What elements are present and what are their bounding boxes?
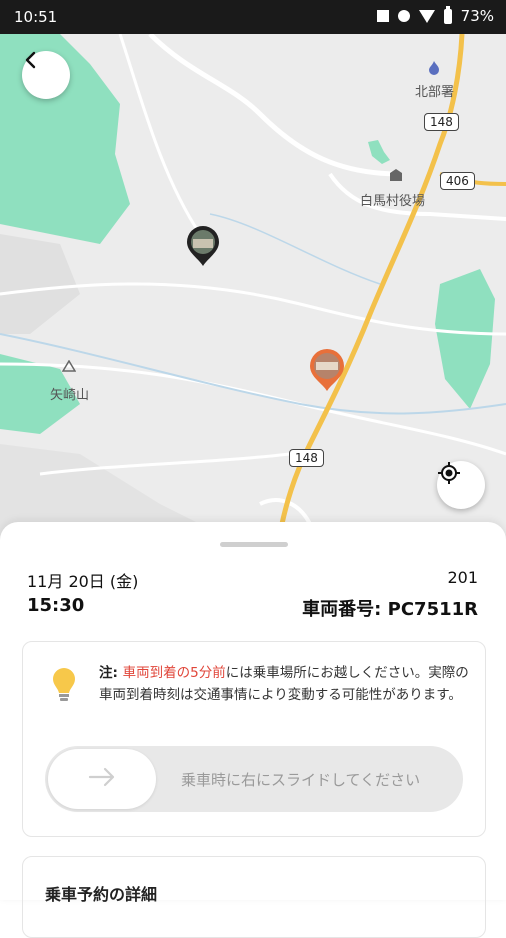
- map-canvas: [0, 34, 506, 544]
- reservation-details-card[interactable]: 乗車予約の詳細: [22, 856, 486, 938]
- my-location-button[interactable]: [437, 461, 485, 509]
- slider-knob[interactable]: [48, 749, 156, 809]
- notice-highlight: 車両到着の5分前: [122, 665, 226, 681]
- map-label-kitabe: 北部署: [415, 85, 455, 100]
- route-number: 201: [447, 568, 478, 587]
- road-shield-148: 148: [424, 113, 459, 131]
- road-shield-406: 406: [440, 172, 475, 190]
- notification-icon: [376, 10, 389, 22]
- map-view[interactable]: 北部署 148 白馬村役場 406 矢崎山 148: [0, 34, 506, 544]
- notice-prefix: 注:: [99, 665, 123, 681]
- trip-date: 11月 20日 (金): [27, 572, 139, 591]
- trip-time: 15:30: [27, 595, 85, 616]
- notice-card: 注: 車両到着の5分前には乗車場所にお越しください。実際の車両到着時刻は交通事情…: [22, 641, 486, 837]
- trip-bottom-sheet: 11月 20日 (金) 15:30 201 車両番号: PC7511R 注: 車…: [0, 522, 506, 938]
- map-label-yazaki: 矢崎山: [50, 388, 90, 403]
- battery-level: 73%: [460, 7, 494, 25]
- vehicle-number: 車両番号: PC7511R: [302, 599, 478, 620]
- battery-icon: [443, 5, 452, 24]
- board-slide-control[interactable]: 乗車時に右にスライドしてください: [45, 746, 463, 812]
- wifi-icon: [418, 9, 435, 23]
- back-button[interactable]: [22, 51, 70, 99]
- reservation-details-title: 乗車予約の詳細: [45, 885, 158, 904]
- sheet-drag-handle[interactable]: [220, 542, 288, 547]
- dnd-icon: [397, 10, 410, 22]
- slider-label: 乗車時に右にスライドしてください: [181, 771, 421, 789]
- map-label-village-office: 白馬村役場: [360, 194, 426, 209]
- status-time: 10:51: [14, 8, 58, 26]
- notice-text: 注: 車両到着の5分前には乗車場所にお越しください。実際の車両到着時刻は交通事情…: [99, 662, 469, 706]
- status-bar: 10:51 73%: [0, 0, 506, 34]
- road-shield-148-south: 148: [289, 449, 324, 467]
- arrow-right-icon: [88, 767, 116, 791]
- lightbulb-icon: [51, 666, 77, 708]
